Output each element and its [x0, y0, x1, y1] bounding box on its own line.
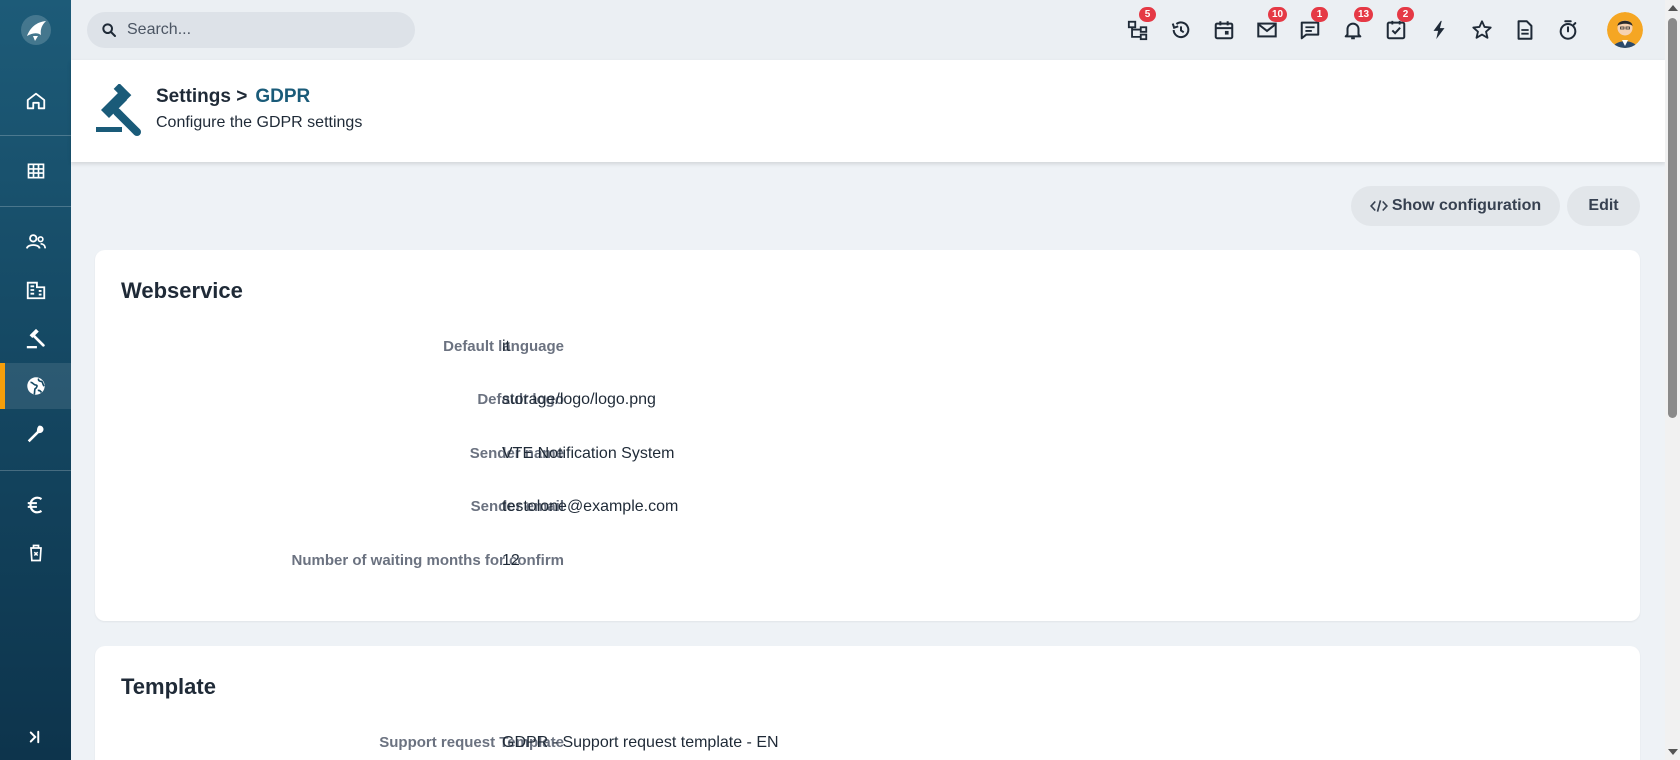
avatar-icon [1607, 12, 1643, 48]
field-row: Default language it [95, 335, 1640, 359]
sidebar [0, 0, 71, 760]
expand-sidebar-button[interactable] [0, 714, 71, 760]
notifications-button[interactable]: 13 [1339, 7, 1374, 44]
field-value: GDPR - Support request template - EN [502, 734, 779, 751]
tasks-icon [1386, 20, 1406, 40]
user-avatar[interactable] [1607, 12, 1643, 48]
sidebar-item-companies[interactable] [0, 267, 71, 313]
home-icon [26, 92, 45, 110]
documents-button[interactable] [1511, 16, 1539, 44]
notification-badge: 13 [1354, 7, 1374, 22]
timer-icon [1559, 20, 1577, 40]
notification-badge: 2 [1397, 7, 1414, 22]
grid-icon [27, 163, 44, 179]
field-label: Number of waiting months for confirm [291, 552, 565, 569]
euro-icon [27, 496, 42, 514]
sidebar-item-recycle-bin[interactable] [0, 530, 71, 576]
history-icon [1171, 21, 1190, 39]
bell-icon [1344, 22, 1362, 40]
page-header: Settings > GDPR Configure the GDPR setti… [71, 60, 1665, 162]
field-value: testolone@example.com [502, 498, 679, 515]
show-configuration-label: Show configuration [1391, 197, 1542, 214]
hierarchy-button[interactable]: 5 [1124, 7, 1156, 44]
top-bar: 5 10 1 13 2 [71, 0, 1665, 60]
lightning-icon [1433, 20, 1445, 40]
field-row: Sender email testolone@example.com [95, 495, 1640, 519]
sidebar-item-home[interactable] [0, 78, 71, 124]
calendar-button[interactable] [1210, 16, 1238, 44]
search-input[interactable] [127, 21, 407, 39]
favorites-button[interactable] [1468, 16, 1496, 44]
app-logo[interactable] [0, 0, 71, 60]
notification-badge: 1 [1311, 7, 1328, 22]
sidebar-item-tools[interactable] [0, 411, 71, 457]
scroll-down-icon[interactable] [1668, 749, 1678, 755]
edit-button[interactable]: Edit [1567, 186, 1640, 226]
quick-actions-button[interactable] [1425, 16, 1453, 44]
field-row: Support request Template GDPR - Support … [95, 731, 1640, 755]
mail-button[interactable]: 10 [1253, 7, 1288, 44]
sidebar-item-contacts[interactable] [0, 219, 71, 265]
breadcrumb: Settings > GDPR [156, 86, 310, 108]
edit-label: Edit [1588, 197, 1619, 214]
field-row: Number of waiting months for confirm 12 [95, 549, 1640, 573]
notification-badge: 5 [1139, 7, 1156, 22]
building-icon [26, 281, 45, 300]
field-row: Default logo storage/logo/logo.png [95, 388, 1640, 412]
webservice-card: Webservice Default language it Default l… [95, 250, 1640, 621]
star-icon [1472, 20, 1492, 39]
section-title: Template [121, 674, 216, 699]
section-title: Webservice [121, 278, 243, 303]
sidebar-item-finance[interactable] [0, 482, 71, 528]
tasks-button[interactable]: 2 [1382, 7, 1414, 44]
timer-button[interactable] [1554, 16, 1582, 44]
sidebar-item-grid[interactable] [0, 148, 71, 194]
logo-icon [20, 15, 51, 45]
gavel-icon [26, 328, 45, 349]
template-card: Template Support request Template GDPR -… [95, 646, 1640, 760]
calendar-icon [1214, 21, 1234, 40]
hierarchy-icon [1127, 20, 1148, 41]
sidebar-item-gdpr[interactable] [0, 315, 71, 361]
gavel-icon [95, 83, 143, 141]
scroll-thumb[interactable] [1668, 18, 1677, 418]
field-value: storage/logo/logo.png [502, 391, 656, 408]
document-icon [1517, 20, 1533, 40]
expand-sidebar-icon [29, 730, 39, 744]
show-configuration-button[interactable]: Show configuration [1351, 186, 1560, 226]
breadcrumb-settings[interactable]: Settings > [156, 86, 247, 108]
chat-button[interactable]: 1 [1296, 7, 1328, 44]
globe-icon [26, 377, 45, 395]
breadcrumb-current: GDPR [255, 86, 311, 107]
recycle-bin-icon [29, 544, 42, 562]
contacts-icon [25, 234, 46, 249]
mail-icon [1257, 22, 1277, 38]
search-icon [102, 23, 116, 37]
field-value: VTE Notification System [502, 445, 675, 462]
history-button[interactable] [1167, 16, 1195, 44]
field-value: it [502, 338, 510, 355]
search-box[interactable] [87, 12, 415, 48]
notification-badge: 10 [1268, 7, 1288, 22]
field-value: 12 [502, 552, 520, 569]
wrench-icon [27, 425, 44, 443]
code-icon [1369, 200, 1388, 212]
chat-icon [1300, 21, 1320, 40]
field-row: Sender name VTE Notification System [95, 442, 1640, 466]
page-subtitle: Configure the GDPR settings [156, 114, 363, 131]
scroll-up-icon[interactable] [1668, 5, 1678, 11]
scrollbar[interactable] [1665, 0, 1680, 760]
sidebar-item-globe[interactable] [0, 363, 71, 409]
